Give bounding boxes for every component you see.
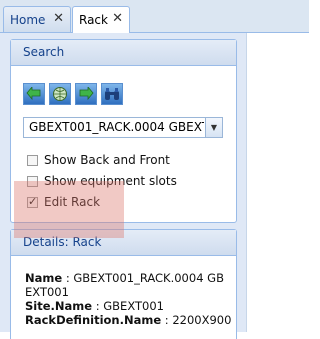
details-name-value: : GBEXT001_RACK.0004 GB bbox=[62, 271, 224, 285]
details-site-row: Site.Name : GBEXT001 bbox=[25, 300, 236, 313]
rack-view-area[interactable] bbox=[246, 33, 310, 332]
tab-home[interactable]: Home ✕ bbox=[3, 6, 71, 32]
chevron-down-icon[interactable]: ▼ bbox=[205, 118, 222, 137]
details-name-value-cont: EXT001 bbox=[25, 285, 69, 299]
tab-rack-label: Rack bbox=[79, 13, 108, 27]
checkbox-icon[interactable] bbox=[27, 154, 38, 166]
tab-home-label: Home bbox=[10, 12, 46, 27]
tab-rack[interactable]: Rack ✕ bbox=[72, 6, 130, 33]
search-toolbar bbox=[23, 83, 123, 105]
globe-icon[interactable] bbox=[49, 83, 71, 105]
show-back-front-label: Show Back and Front bbox=[44, 153, 170, 167]
back-arrow-icon[interactable] bbox=[23, 83, 45, 105]
details-name-row: Name : GBEXT001_RACK.0004 GB bbox=[25, 272, 236, 285]
details-rackdef-row: RackDefinition.Name : 2200X900 bbox=[25, 314, 236, 327]
close-icon[interactable]: ✕ bbox=[112, 12, 123, 26]
details-site-value: : GBEXT001 bbox=[92, 299, 164, 313]
rack-select-value: GBEXT001_RACK.0004 GBEXT0 bbox=[29, 120, 204, 134]
binoculars-icon[interactable] bbox=[101, 83, 123, 105]
search-panel-header: Search bbox=[11, 40, 236, 66]
details-site-label: Site.Name bbox=[25, 299, 93, 313]
details-panel: Details: Rack Name : GBEXT001_RACK.0004 … bbox=[10, 229, 237, 339]
details-rackdef-label: RackDefinition.Name bbox=[25, 313, 162, 327]
details-rackdef-value: : 2200X900 bbox=[161, 313, 232, 327]
highlight-overlay bbox=[14, 181, 124, 238]
details-name-label: Name bbox=[25, 271, 63, 285]
tab-bar: Home ✕ Rack ✕ bbox=[0, 0, 309, 33]
rack-select[interactable]: GBEXT001_RACK.0004 GBEXT0 ▼ bbox=[23, 117, 223, 138]
forward-arrow-icon[interactable] bbox=[75, 83, 97, 105]
close-icon[interactable]: ✕ bbox=[53, 12, 64, 26]
details-body: Name : GBEXT001_RACK.0004 GB EXT001 Site… bbox=[11, 256, 236, 327]
show-back-front-checkbox[interactable]: Show Back and Front bbox=[27, 153, 170, 167]
